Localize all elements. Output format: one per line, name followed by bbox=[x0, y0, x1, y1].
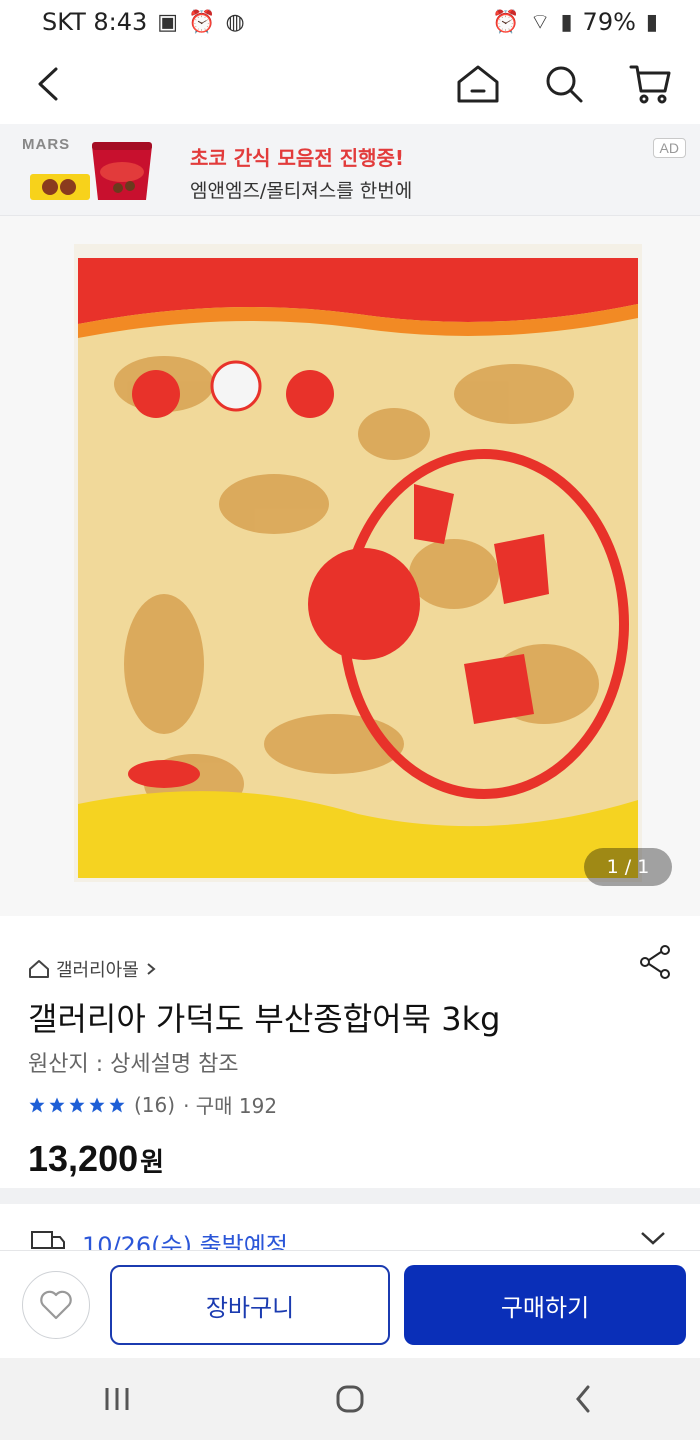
search-button[interactable] bbox=[540, 60, 588, 108]
product-image bbox=[74, 244, 642, 882]
recent-apps-icon bbox=[105, 1388, 129, 1410]
cart-icon bbox=[629, 65, 671, 104]
home-icon bbox=[457, 65, 499, 103]
heart-icon bbox=[40, 1290, 72, 1320]
ad-product-image bbox=[30, 142, 152, 200]
chevron-down-icon bbox=[641, 1232, 665, 1245]
wishlist-button[interactable] bbox=[22, 1271, 90, 1339]
star-icon bbox=[109, 1097, 125, 1112]
delivery-row[interactable]: 10/26(수) 출발예정 bbox=[0, 1204, 700, 1250]
price-value: 13,200 bbox=[28, 1138, 139, 1179]
truck-icon bbox=[31, 1231, 65, 1249]
product-image-gallery[interactable]: 1 / 1 bbox=[0, 216, 700, 916]
add-to-cart-button[interactable]: 장바구니 bbox=[110, 1265, 390, 1345]
back-button[interactable] bbox=[24, 60, 72, 108]
section-divider bbox=[0, 1188, 700, 1204]
delivery-date: 10/26(수) 출발예정 bbox=[82, 1232, 288, 1250]
battery-level: 79% bbox=[582, 8, 636, 36]
ad-banner[interactable]: MARS 초코 간식 모음전 진행중! 엠앤엠즈/몰티져스를 한번에 AD bbox=[0, 124, 700, 216]
product-price: 13,200 원 bbox=[28, 1138, 164, 1180]
wifi-icon: ⌔ bbox=[529, 10, 551, 35]
ad-badge: AD bbox=[652, 138, 686, 158]
star-icon bbox=[69, 1097, 85, 1112]
star-icon bbox=[89, 1097, 105, 1112]
carrier-time: SKT 8:43 bbox=[42, 8, 148, 36]
back-chevron-icon bbox=[576, 1385, 590, 1413]
recent-apps-button[interactable] bbox=[87, 1369, 147, 1429]
rating-count: (16) bbox=[134, 1092, 176, 1117]
system-back-button[interactable] bbox=[553, 1369, 613, 1429]
buy-now-button[interactable]: 구매하기 bbox=[404, 1265, 686, 1345]
alarm-icon: ⏰ bbox=[492, 9, 520, 35]
store-name: 갤러리아몰 bbox=[56, 960, 139, 981]
image-counter: 1 / 1 bbox=[584, 848, 672, 886]
ad-title: 초코 간식 모음전 진행중! bbox=[190, 146, 405, 170]
home-circle-icon bbox=[336, 1385, 364, 1413]
price-unit: 원 bbox=[140, 1148, 165, 1178]
sync-icon: ◍ bbox=[225, 9, 245, 35]
gallery-icon: ▣ bbox=[157, 9, 179, 35]
product-origin: 원산지 : 상세설명 참조 bbox=[28, 1052, 239, 1077]
share-button[interactable] bbox=[638, 944, 672, 984]
alarm-icon: ⏰ bbox=[188, 9, 216, 35]
status-bar: SKT 8:43 ▣ ⏰ ◍ ⏰ ⌔ ▮ 79% ▮ bbox=[0, 0, 700, 44]
rating-stars bbox=[28, 1096, 126, 1114]
purchase-action-bar: 장바구니 구매하기 bbox=[0, 1250, 700, 1358]
home-icon bbox=[29, 960, 49, 978]
search-icon bbox=[546, 66, 583, 103]
purchase-count: · 구매 192 bbox=[183, 1094, 278, 1118]
star-icon bbox=[49, 1097, 65, 1112]
system-nav-bar bbox=[0, 1358, 700, 1440]
product-info: 갤러리아몰 갤러리아 가덕도 부산종합어묵 3kg 원산지 : 상세설명 참조 … bbox=[0, 916, 700, 1188]
signal-icon: ▮ bbox=[560, 9, 573, 35]
ad-subtitle: 엠앤엠즈/몰티져스를 한번에 bbox=[190, 180, 413, 202]
back-arrow-icon bbox=[38, 67, 58, 101]
cart-button[interactable] bbox=[626, 60, 674, 108]
chevron-right-icon bbox=[147, 963, 156, 975]
home-button[interactable] bbox=[454, 60, 502, 108]
share-icon bbox=[640, 945, 670, 979]
store-link[interactable]: 갤러리아몰 bbox=[28, 956, 157, 982]
star-icon bbox=[29, 1097, 45, 1112]
product-title: 갤러리아 가덕도 부산종합어묵 3kg bbox=[28, 1000, 501, 1038]
battery-icon: ▮ bbox=[645, 9, 658, 35]
top-nav bbox=[0, 44, 700, 124]
product-rating[interactable]: (16) · 구매 192 bbox=[28, 1090, 277, 1119]
system-home-button[interactable] bbox=[320, 1369, 380, 1429]
